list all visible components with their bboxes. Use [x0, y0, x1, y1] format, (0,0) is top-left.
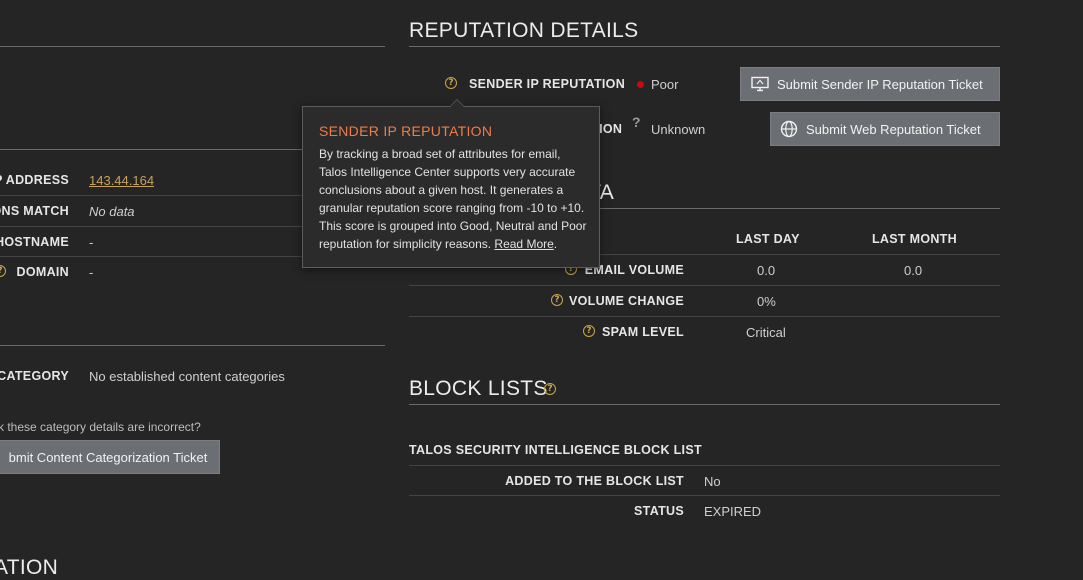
spam-level-help-icon[interactable]: ? [583, 325, 595, 337]
submit-content-ticket-label: bmit Content Categorization Ticket [8, 449, 208, 465]
hostname-label: HOSTNAME [0, 235, 69, 249]
submit-web-reputation-ticket-label: Submit Web Reputation Ticket [806, 121, 981, 137]
poor-status-dot [637, 81, 644, 88]
block-lists-divider [409, 404, 1000, 405]
row-divider [409, 495, 1000, 496]
volume-change-last-day: 0% [757, 294, 776, 309]
ip-address-link[interactable]: 143.44.164 [89, 173, 154, 188]
reputation-details-heading: REPUTATION DETAILS [409, 19, 639, 42]
domain-help-icon[interactable]: ? [0, 265, 6, 277]
domain-label: DOMAIN [16, 265, 69, 279]
tooltip-text: By tracking a broad set of attributes fo… [319, 147, 587, 251]
email-volume-last-month: 0.0 [904, 263, 923, 278]
reputation-divider [409, 46, 1000, 47]
category-question: k these category details are incorrect? [0, 420, 201, 434]
sender-reputation-tooltip: SENDER IP REPUTATION By tracking a broad… [302, 99, 600, 268]
category-value: No established content categories [89, 369, 285, 384]
web-reputation-value: Unknown [651, 122, 706, 137]
submit-sender-ip-ticket-button[interactable]: Submit Sender IP Reputation Ticket [740, 67, 1000, 101]
volume-change-help-icon[interactable]: ? [551, 294, 563, 306]
block-list-name: TALOS SECURITY INTELLIGENCE BLOCK LIST [409, 443, 702, 457]
row-divider [409, 316, 1000, 317]
left-top-divider [0, 46, 385, 47]
block-lists-help-icon[interactable]: ? [544, 383, 556, 395]
ons-match-label: ONS MATCH [0, 204, 69, 218]
col-last-month: LAST MONTH [872, 232, 957, 246]
sender-reputation-label: SENDER IP REPUTATION [469, 77, 626, 91]
status-label: STATUS [634, 504, 684, 518]
domain-value: - [89, 265, 94, 280]
submit-web-reputation-ticket-button[interactable]: Submit Web Reputation Ticket [770, 112, 1000, 146]
spam-level-label: SPAM LEVEL [602, 325, 684, 339]
added-to-block-list-value: No [704, 474, 721, 489]
tooltip-body: By tracking a broad set of attributes fo… [319, 147, 587, 251]
web-reputation-unknown-icon: ? [632, 114, 641, 130]
left-category-divider [0, 345, 385, 346]
row-divider [409, 285, 1000, 286]
submit-sender-ip-ticket-label: Submit Sender IP Reputation Ticket [777, 76, 983, 92]
hostname-value: - [89, 235, 94, 250]
monitor-icon [751, 76, 769, 92]
ons-match-value: No data [89, 204, 135, 219]
category-label: CATEGORY [0, 369, 69, 383]
sender-reputation-value: Poor [651, 77, 679, 92]
ip-address-label: P ADDRESS [0, 173, 69, 187]
volume-change-label: VOLUME CHANGE [568, 294, 684, 308]
row-divider [409, 465, 1000, 466]
email-volume-last-day: 0.0 [757, 263, 776, 278]
col-last-day: LAST DAY [736, 232, 800, 246]
globe-icon [780, 120, 798, 138]
tooltip-title: SENDER IP REPUTATION [319, 123, 493, 139]
left-bottom-heading: ATION [0, 556, 59, 579]
status-value: EXPIRED [704, 504, 762, 519]
added-to-block-list-label: ADDED TO THE BLOCK LIST [505, 474, 684, 488]
sender-reputation-help-icon[interactable]: ? [445, 77, 457, 89]
block-lists-heading: BLOCK LISTS [409, 377, 548, 400]
spam-level-last-day: Critical [746, 325, 786, 340]
read-more-link[interactable]: Read More [494, 237, 553, 251]
submit-content-ticket-button[interactable]: bmit Content Categorization Ticket [0, 440, 220, 474]
